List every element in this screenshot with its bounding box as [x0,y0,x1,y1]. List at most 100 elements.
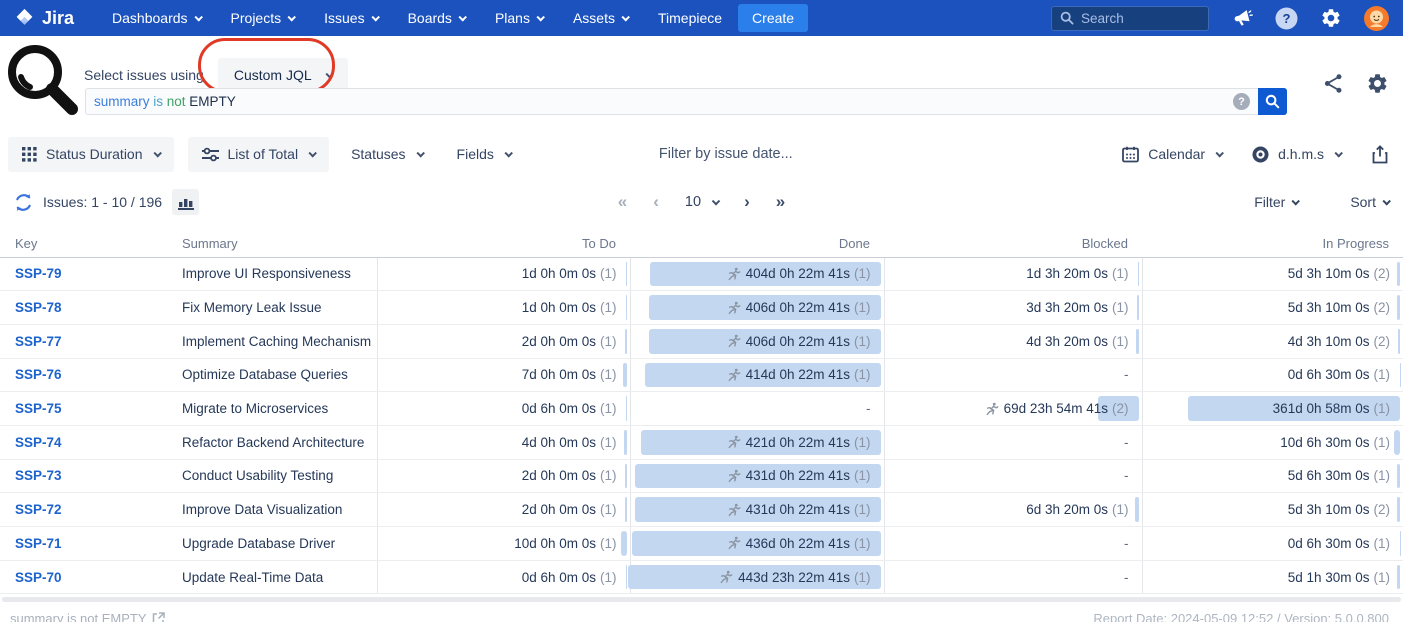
filter-dropdown[interactable]: Filter [1254,194,1298,210]
nav-item-boards[interactable]: Boards [408,10,465,26]
refresh-icon[interactable] [14,193,33,212]
table-row[interactable]: SSP-77 Implement Caching Mechanism 2d 0h… [0,324,1403,358]
nav-item-dashboards[interactable]: Dashboards [112,10,201,26]
table-row[interactable]: SSP-72 Improve Data Visualization 2d 0h … [0,493,1403,527]
duration-value: - [1124,435,1129,450]
footer-jql-link[interactable]: summary is not EMPTY [10,611,165,622]
first-page-button[interactable]: « [618,192,627,212]
fields-label: Fields [457,146,494,162]
create-button[interactable]: Create [738,4,808,32]
horizontal-scrollbar[interactable] [2,597,1401,602]
nav-item-timepiece[interactable]: Timepiece [658,10,722,26]
help-icon[interactable]: ? [1275,7,1298,30]
jira-brand[interactable]: Jira [14,8,74,29]
runner-icon [727,301,741,315]
table-row[interactable]: SSP-73 Conduct Usability Testing 2d 0h 0… [0,459,1403,493]
page-size-dropdown[interactable]: 10 [685,194,718,210]
filter-by-issue-date[interactable]: Filter by issue date... [659,146,793,162]
issue-key-link[interactable]: SSP-79 [15,266,62,281]
duration-value: 406d 0h 22m 41s [746,300,850,315]
duration-count: (2) [1112,401,1129,416]
table-row[interactable]: SSP-70 Update Real-Time Data 0d 6h 0m 0s… [0,560,1403,594]
jql-token: not [163,94,186,109]
list-of-total-dropdown[interactable]: List of Total [188,137,330,172]
table-row[interactable]: SSP-71 Upgrade Database Driver 10d 0h 0m… [0,527,1403,561]
issue-key-link[interactable]: SSP-77 [15,334,62,349]
issue-summary: Conduct Usability Testing [182,468,333,483]
share-icon[interactable] [1323,73,1344,94]
issue-key-link[interactable]: SSP-76 [15,367,62,382]
table-row[interactable]: SSP-79 Improve UI Responsiveness 1d 0h 0… [0,257,1403,291]
chevron-down-icon [712,197,720,205]
export-icon[interactable] [1371,145,1389,164]
duration-cell-inprogress: 5d 1h 30m 0s (1) [1142,560,1403,594]
issue-key-link[interactable]: SSP-74 [15,435,62,450]
runner-icon [727,469,741,483]
issue-key-link[interactable]: SSP-78 [15,300,62,315]
column-header-done[interactable]: Done [630,230,884,257]
duration-count: (2) [1374,300,1391,315]
jql-token: summary [94,94,150,109]
duration-count: (1) [600,468,617,483]
fields-dropdown[interactable]: Fields [457,146,511,162]
chevron-down-icon [371,13,379,21]
duration-value: 4d 0h 0m 0s [522,435,596,450]
time-donut-icon [1252,146,1269,163]
last-page-button[interactable]: » [776,192,785,212]
sort-dropdown[interactable]: Sort [1350,194,1389,210]
duration-value: 2d 0h 0m 0s [522,502,596,517]
svg-text:?: ? [1283,11,1291,26]
runner-icon [727,267,741,281]
issue-summary: Upgrade Database Driver [182,536,335,551]
jql-search-button[interactable] [1258,88,1287,115]
duration-cell-done: - [630,392,884,426]
duration-count: (1) [854,435,871,450]
settings-gear-icon[interactable] [1366,72,1389,95]
issue-key-link[interactable]: SSP-70 [15,570,62,585]
chevron-down-icon [288,13,296,21]
statuses-label: Statuses [351,146,405,162]
duration-cell-blocked: 69d 23h 54m 41s (2) [884,392,1142,426]
table-row[interactable]: SSP-75 Migrate to Microservices 0d 6h 0m… [0,392,1403,426]
megaphone-icon[interactable] [1231,7,1253,29]
calendar-dropdown[interactable]: Calendar [1122,146,1222,163]
prev-page-button[interactable]: ‹ [653,192,659,212]
duration-count: (1) [1374,401,1391,416]
nav-search-input[interactable] [1081,11,1191,26]
duration-value: 2d 0h 0m 0s [522,334,596,349]
bar-chart-icon[interactable] [172,189,199,215]
issue-key-link[interactable]: SSP-71 [15,536,62,551]
calendar-label: Calendar [1148,146,1205,162]
jql-mode-dropdown[interactable]: Custom JQL [218,58,348,91]
issue-key-link[interactable]: SSP-72 [15,502,62,517]
table-row[interactable]: SSP-78 Fix Memory Leak Issue 1d 0h 0m 0s… [0,291,1403,325]
nav-item-assets[interactable]: Assets [573,10,628,26]
column-header-todo[interactable]: To Do [377,230,630,257]
gear-icon[interactable] [1320,7,1342,29]
nav-item-projects[interactable]: Projects [231,10,295,26]
nav-item-plans[interactable]: Plans [495,10,543,26]
jql-help-icon[interactable]: ? [1233,93,1250,110]
statuses-dropdown[interactable]: Statuses [351,146,422,162]
table-row[interactable]: SSP-74 Refactor Backend Architecture 4d … [0,425,1403,459]
duration-cell-done: 414d 0h 22m 41s (1) [630,358,884,392]
duration-value: - [1124,367,1129,382]
select-issues-label: Select issues using [84,67,204,83]
nav-item-issues[interactable]: Issues [324,10,377,26]
status-duration-dropdown[interactable]: Status Duration [8,137,174,172]
jql-input[interactable]: summary is not EMPTY ? [85,88,1287,115]
duration-count: (1) [600,570,617,585]
avatar[interactable] [1364,6,1389,31]
issue-key-link[interactable]: SSP-75 [15,401,62,416]
column-header-summary[interactable]: Summary [172,230,377,257]
column-header-key[interactable]: Key [0,230,172,257]
issue-key-link[interactable]: SSP-73 [15,468,62,483]
column-header-blocked[interactable]: Blocked [884,230,1142,257]
column-header-inprogress[interactable]: In Progress [1142,230,1403,257]
duration-count: (1) [1112,334,1129,349]
time-format-dropdown[interactable]: d.h.m.s [1252,146,1341,163]
next-page-button[interactable]: › [744,192,750,212]
nav-search-box[interactable] [1051,6,1209,31]
duration-cell-todo: 1d 0h 0m 0s (1) [377,291,630,325]
table-row[interactable]: SSP-76 Optimize Database Queries 7d 0h 0… [0,358,1403,392]
